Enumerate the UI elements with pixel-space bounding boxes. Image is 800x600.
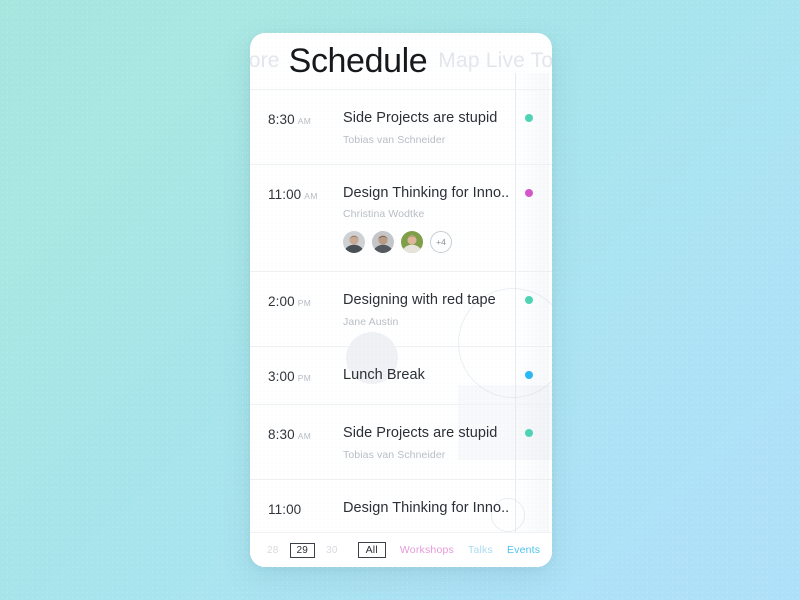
- row-body: Design Thinking for Inno.. Christina Wodt…: [343, 185, 552, 254]
- filter-chip-talks[interactable]: Talks: [468, 544, 493, 556]
- row-title: Designing with red tape: [343, 292, 496, 309]
- row-body: Designing with red tape Jane Austin: [343, 292, 552, 328]
- row-speaker: Tobias van Schneider: [343, 448, 446, 461]
- row-time: 3:00 PM: [250, 367, 343, 386]
- phone-card: ore Schedule Map Live To 8:30 AM Side Proj…: [250, 33, 552, 567]
- schedule-row[interactable]: 2:00 PM Designing with red tape Jane Austin: [250, 271, 552, 346]
- status-dot: [525, 188, 533, 197]
- time-value: 8:30: [268, 427, 295, 443]
- row-time: 8:30 AM: [250, 110, 343, 129]
- date-selector[interactable]: 28 29 30: [265, 542, 340, 558]
- schedule-row[interactable]: 3:00 PM Lunch Break: [250, 346, 552, 404]
- schedule-row[interactable]: 11:00 AM Design Thinking for Inno.. Christi…: [250, 163, 552, 272]
- row-time: 11:00 AM: [250, 185, 343, 204]
- avatar-more-count[interactable]: +4: [430, 231, 452, 254]
- row-speaker: Jane Austin: [343, 316, 399, 329]
- status-dot: [525, 429, 533, 438]
- row-title: Side Projects are stupid: [343, 425, 498, 442]
- time-period: PM: [297, 373, 312, 384]
- row-title: Design Thinking for Inno..: [343, 184, 510, 201]
- filter-chip-events[interactable]: Events: [507, 544, 540, 556]
- row-title: Side Projects are stupid: [343, 110, 498, 126]
- filter-selector[interactable]: All Workshops Talks Events: [357, 542, 541, 558]
- nav-item-previous[interactable]: ore: [250, 49, 280, 73]
- schedule-row[interactable]: 8:30 AM Side Projects are stupid Tobias van…: [250, 89, 552, 164]
- header: ore Schedule Map Live To: [250, 33, 552, 89]
- row-body: Side Projects are stupid Tobias van Schne…: [343, 425, 552, 461]
- schedule-list[interactable]: 8:30 AM Side Projects are stupid Tobias van…: [250, 89, 552, 534]
- time-value: 8:30: [268, 112, 295, 127]
- filter-chip-workshops[interactable]: Workshops: [400, 544, 454, 556]
- time-period: AM: [297, 431, 312, 442]
- row-body: Lunch Break: [343, 367, 552, 384]
- attendee-avatars[interactable]: +4: [343, 231, 518, 254]
- time-value: 11:00: [268, 501, 302, 517]
- date-pill-30[interactable]: 30: [324, 544, 340, 557]
- date-pill-28[interactable]: 28: [265, 544, 281, 557]
- schedule-row[interactable]: 8:30 AM Side Projects are stupid Tobias van…: [250, 404, 552, 479]
- app-background: ore Schedule Map Live To 8:30 AM Side Proj…: [0, 0, 800, 600]
- avatar[interactable]: [343, 231, 365, 254]
- time-value: 3:00: [268, 369, 295, 385]
- filter-chip-all[interactable]: All: [357, 542, 386, 558]
- time-value: 11:00: [268, 186, 302, 202]
- time-period: PM: [297, 298, 312, 309]
- row-body: Design Thinking for Inno..: [343, 500, 552, 517]
- schedule-row[interactable]: 11:00 Design Thinking for Inno..: [250, 478, 552, 534]
- avatar[interactable]: [372, 231, 394, 254]
- row-title: Design Thinking for Inno..: [343, 499, 510, 516]
- footer-toolbar: 28 29 30 All Workshops Talks Events: [250, 533, 552, 567]
- time-period: AM: [304, 190, 318, 201]
- row-time: 11:00: [250, 500, 343, 519]
- row-time: 8:30 AM: [250, 425, 343, 444]
- page-title: Schedule: [288, 42, 428, 80]
- row-speaker: Tobias van Schneider: [343, 133, 446, 146]
- row-body: Side Projects are stupid Tobias van Schne…: [343, 110, 552, 146]
- row-speaker: Christina Wodtke: [343, 208, 425, 221]
- status-dot: [525, 371, 533, 380]
- date-pill-29[interactable]: 29: [289, 542, 316, 558]
- row-title: Lunch Break: [343, 367, 425, 384]
- status-dot: [525, 114, 533, 122]
- nav-item-next[interactable]: Map Live To: [438, 49, 552, 73]
- time-period: AM: [297, 116, 312, 126]
- time-value: 2:00: [268, 294, 295, 310]
- avatar[interactable]: [401, 231, 423, 254]
- row-time: 2:00 PM: [250, 292, 343, 311]
